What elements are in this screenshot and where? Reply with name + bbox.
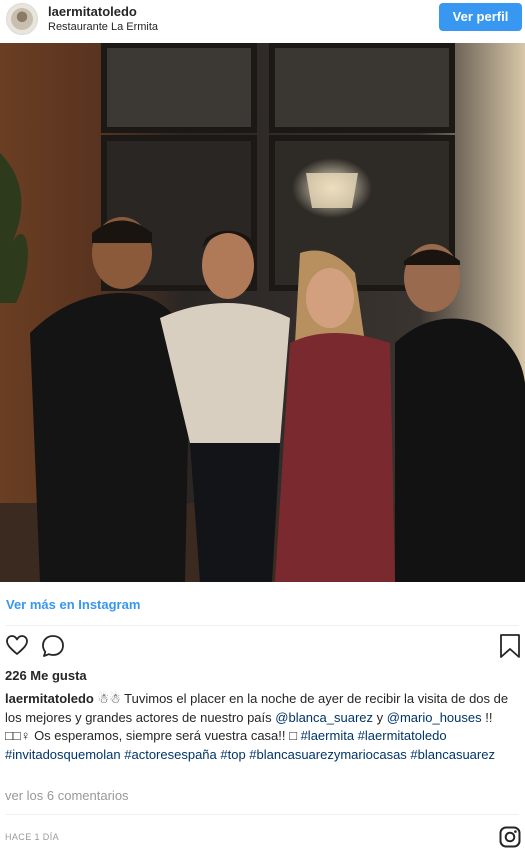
- view-profile-button[interactable]: Ver perfil: [439, 3, 522, 31]
- like-count[interactable]: 226 Me gusta: [5, 668, 87, 683]
- divider: [6, 814, 519, 815]
- location[interactable]: Restaurante La Ermita: [48, 21, 158, 33]
- view-comments-link[interactable]: ver los 6 comentarios: [5, 788, 129, 803]
- bookmark-icon[interactable]: [499, 633, 521, 664]
- heart-icon[interactable]: [5, 633, 29, 662]
- divider: [6, 625, 519, 626]
- avatar[interactable]: [6, 3, 38, 35]
- mention-blanca[interactable]: @blanca_suarez: [275, 710, 373, 725]
- post-image[interactable]: [0, 43, 525, 582]
- view-more-link[interactable]: Ver más en Instagram: [6, 597, 140, 612]
- comment-icon[interactable]: [40, 633, 66, 664]
- post-header: laermitatoledo Restaurante La Ermita Ver…: [0, 0, 525, 40]
- post-photo-illustration: [0, 43, 525, 582]
- caption-text-2: y: [373, 709, 387, 725]
- caption-username[interactable]: laermitatoledo: [5, 691, 94, 706]
- username[interactable]: laermitatoledo: [48, 4, 137, 19]
- mention-mario[interactable]: @mario_houses: [387, 710, 482, 725]
- post-timestamp: HACE 1 DÍA: [5, 832, 60, 842]
- instagram-icon[interactable]: [499, 826, 521, 850]
- post-caption: laermitatoledo ☃☃ Tuvimos el placer en l…: [5, 690, 520, 764]
